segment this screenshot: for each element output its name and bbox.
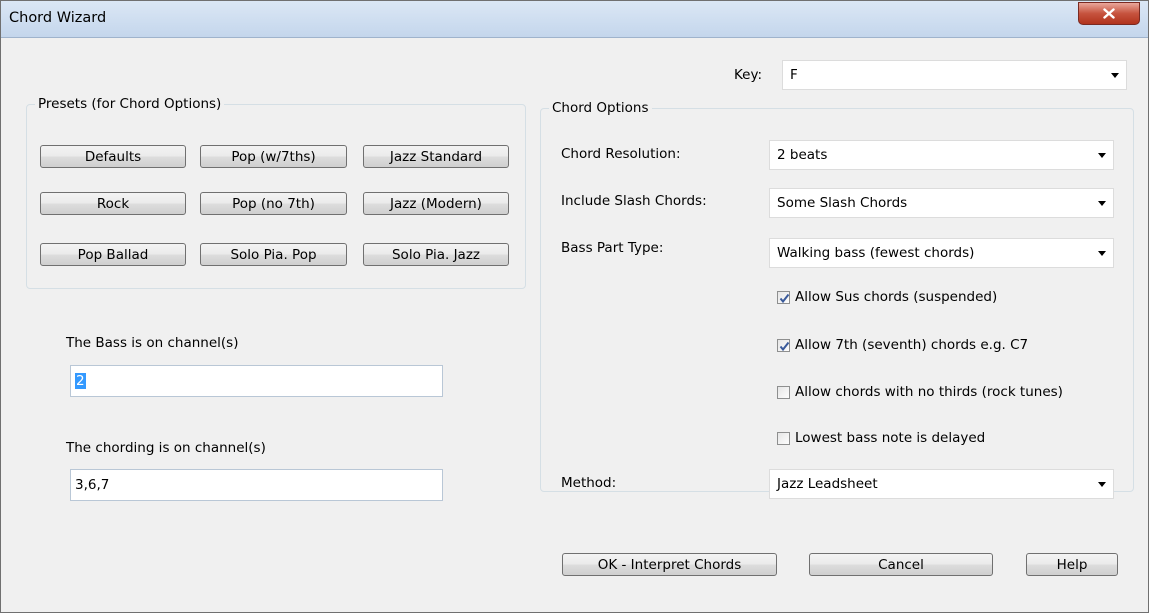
bass-channel-input[interactable]: 2 bbox=[70, 365, 443, 397]
bass-part-type-label: Bass Part Type: bbox=[561, 240, 664, 256]
slash-chords-label: Include Slash Chords: bbox=[561, 193, 707, 209]
bass-part-type-value: Walking bass (fewest chords) bbox=[777, 245, 975, 261]
slash-chords-select[interactable]: Some Slash Chords bbox=[769, 188, 1114, 218]
chord-options-group-title: Chord Options bbox=[549, 100, 652, 116]
bass-delayed-label: Lowest bass note is delayed bbox=[795, 430, 986, 446]
preset-solo-pia-jazz-button[interactable]: Solo Pia. Jazz bbox=[363, 243, 509, 266]
chevron-down-icon bbox=[1098, 251, 1106, 256]
chevron-down-icon bbox=[1098, 153, 1106, 158]
method-label: Method: bbox=[561, 475, 617, 491]
allow-7th-checkbox-row[interactable]: Allow 7th (seventh) chords e.g. C7 bbox=[777, 337, 1028, 353]
allow-sus-checkbox[interactable] bbox=[777, 290, 790, 304]
bass-part-type-select[interactable]: Walking bass (fewest chords) bbox=[769, 238, 1114, 268]
preset-rock-button[interactable]: Rock bbox=[40, 192, 186, 215]
chording-channel-label: The chording is on channel(s) bbox=[66, 440, 266, 456]
allow-sus-checkbox-row[interactable]: Allow Sus chords (suspended) bbox=[777, 289, 997, 305]
key-select[interactable]: F bbox=[782, 60, 1127, 90]
preset-defaults-button[interactable]: Defaults bbox=[40, 145, 186, 168]
allow-sus-label: Allow Sus chords (suspended) bbox=[795, 289, 998, 305]
chevron-down-icon bbox=[1111, 73, 1119, 78]
method-value: Jazz Leadsheet bbox=[777, 476, 878, 492]
allow-7th-checkbox[interactable] bbox=[777, 338, 790, 352]
method-select[interactable]: Jazz Leadsheet bbox=[769, 469, 1114, 499]
chord-resolution-value: 2 beats bbox=[777, 147, 828, 163]
title-bar[interactable]: Chord Wizard bbox=[1, 1, 1148, 38]
bass-delayed-checkbox[interactable] bbox=[777, 431, 790, 445]
checkmark-icon bbox=[779, 341, 790, 351]
preset-pop-w7ths-button[interactable]: Pop (w/7ths) bbox=[200, 145, 347, 168]
preset-pop-no7th-button[interactable]: Pop (no 7th) bbox=[200, 192, 347, 215]
no-thirds-label: Allow chords with no thirds (rock tunes) bbox=[795, 384, 1063, 400]
key-label: Key: bbox=[734, 67, 763, 83]
key-value: F bbox=[790, 67, 798, 83]
no-thirds-checkbox-row[interactable]: Allow chords with no thirds (rock tunes) bbox=[777, 384, 1063, 400]
chording-channel-value: 3,6,7 bbox=[75, 477, 110, 493]
ok-interpret-chords-button[interactable]: OK - Interpret Chords bbox=[562, 553, 777, 576]
presets-group-title: Presets (for Chord Options) bbox=[35, 96, 225, 112]
close-button[interactable] bbox=[1078, 2, 1140, 25]
preset-jazz-modern-button[interactable]: Jazz (Modern) bbox=[363, 192, 509, 215]
bass-channel-label: The Bass is on channel(s) bbox=[66, 335, 239, 351]
slash-chords-value: Some Slash Chords bbox=[777, 195, 908, 211]
close-icon bbox=[1103, 8, 1115, 19]
preset-solo-pia-pop-button[interactable]: Solo Pia. Pop bbox=[200, 243, 347, 266]
chording-channel-input[interactable]: 3,6,7 bbox=[70, 469, 443, 501]
chevron-down-icon bbox=[1098, 201, 1106, 206]
preset-jazz-standard-button[interactable]: Jazz Standard bbox=[363, 145, 509, 168]
bass-channel-value: 2 bbox=[75, 373, 86, 389]
allow-7th-label: Allow 7th (seventh) chords e.g. C7 bbox=[795, 337, 1029, 353]
bass-delayed-checkbox-row[interactable]: Lowest bass note is delayed bbox=[777, 430, 985, 446]
help-button[interactable]: Help bbox=[1026, 553, 1118, 576]
dialog-body: Key: F Presets (for Chord Options) Defau… bbox=[9, 38, 1140, 604]
no-thirds-checkbox[interactable] bbox=[777, 385, 790, 399]
chord-resolution-select[interactable]: 2 beats bbox=[769, 140, 1114, 170]
chevron-down-icon bbox=[1098, 482, 1106, 487]
chord-resolution-label: Chord Resolution: bbox=[561, 146, 681, 162]
window-title: Chord Wizard bbox=[9, 10, 107, 26]
checkmark-icon bbox=[779, 293, 790, 303]
cancel-button[interactable]: Cancel bbox=[809, 553, 993, 576]
preset-pop-ballad-button[interactable]: Pop Ballad bbox=[40, 243, 186, 266]
chord-wizard-window: Chord Wizard Key: F Presets (for Chord O… bbox=[0, 0, 1149, 613]
